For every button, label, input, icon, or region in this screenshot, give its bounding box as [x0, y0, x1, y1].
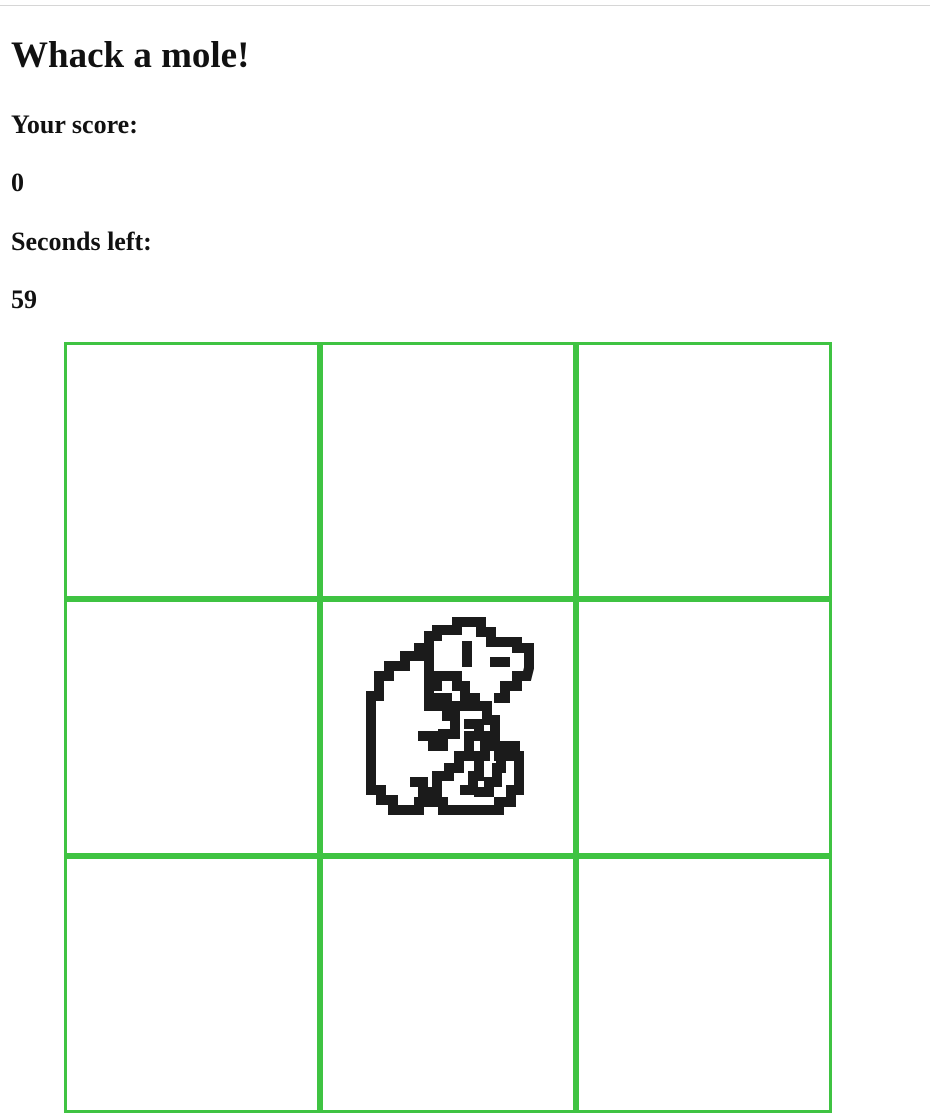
game-title: Whack a mole!	[11, 35, 250, 76]
score-value: 0	[11, 168, 24, 197]
hole-8[interactable]	[320, 856, 576, 1113]
hole-6[interactable]	[576, 599, 832, 856]
score-label: Your score:	[11, 110, 138, 139]
hole-7[interactable]	[64, 856, 320, 1113]
seconds-left-label: Seconds left:	[11, 227, 152, 256]
hole-4[interactable]	[64, 599, 320, 856]
seconds-left-value: 59	[11, 285, 37, 314]
hole-3[interactable]	[576, 342, 832, 599]
hole-5[interactable]	[320, 599, 576, 856]
hole-9[interactable]	[576, 856, 832, 1113]
mole-board	[64, 342, 832, 1113]
hole-2[interactable]	[320, 342, 576, 599]
page-divider	[0, 5, 930, 6]
hole-1[interactable]	[64, 342, 320, 599]
mole-icon[interactable]	[339, 606, 559, 826]
